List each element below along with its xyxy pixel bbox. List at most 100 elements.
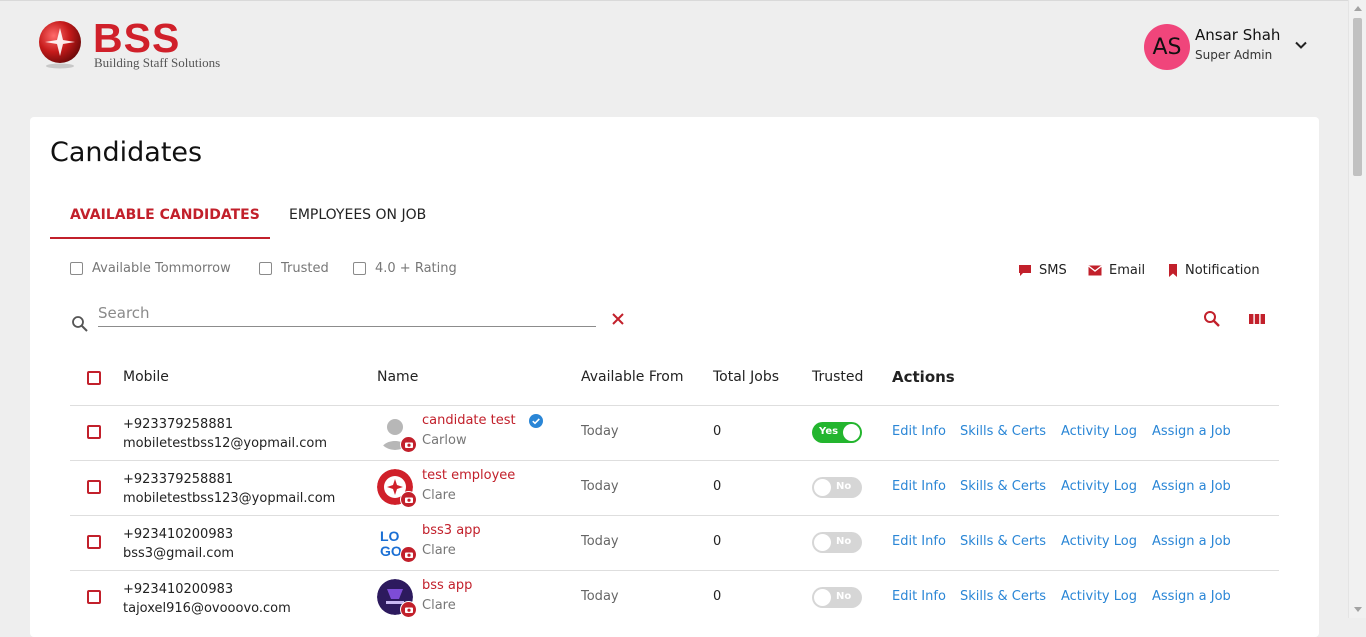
total-jobs-cell: 0 [713, 534, 722, 549]
sms-button[interactable]: SMS [1018, 263, 1067, 278]
skills-certs-link[interactable]: Skills & Certs [960, 479, 1046, 494]
phone-number: +923379258881 [123, 417, 234, 432]
row-checkbox[interactable] [87, 480, 101, 494]
phone-number: +923410200983 [123, 582, 234, 597]
search-submit-icon[interactable] [1203, 310, 1221, 328]
trusted-toggle[interactable]: No [812, 532, 862, 553]
svg-text:GO: GO [380, 543, 402, 559]
email-label: Email [1109, 263, 1146, 278]
scroll-thumb[interactable] [1353, 18, 1362, 176]
candidates-card: Candidates AVAILABLE CANDIDATES EMPLOYEE… [30, 117, 1319, 637]
table-row: +923379258881 mobiletestbss123@yopmail.c… [30, 460, 1319, 515]
filter-label: Trusted [281, 261, 329, 276]
email-address: tajoxel916@ovooovo.com [123, 601, 291, 616]
search-input[interactable] [98, 300, 596, 327]
filter-rating[interactable]: 4.0 + Rating [353, 261, 457, 276]
row-checkbox[interactable] [87, 425, 101, 439]
available-from-cell: Today [581, 479, 619, 494]
assign-job-link[interactable]: Assign a Job [1152, 534, 1231, 549]
column-header-mobile[interactable]: Mobile [123, 369, 169, 385]
filter-trusted[interactable]: Trusted [259, 261, 329, 276]
clear-search-icon[interactable] [610, 311, 626, 327]
row-checkbox[interactable] [87, 535, 101, 549]
toggle-knob [814, 534, 831, 551]
available-from-cell: Today [581, 534, 619, 549]
phone-number: +923410200983 [123, 527, 234, 542]
candidate-city: Clare [422, 488, 456, 503]
trusted-toggle[interactable]: No [812, 477, 862, 498]
skills-certs-link[interactable]: Skills & Certs [960, 424, 1046, 439]
table-row: +923410200983 tajoxel916@ovooovo.com bss… [30, 570, 1319, 625]
scroll-up-arrow-icon[interactable] [1354, 6, 1362, 11]
edit-info-link[interactable]: Edit Info [892, 589, 946, 604]
active-tab-indicator [50, 237, 270, 239]
table-row: +923379258881 mobiletestbss12@yopmail.co… [30, 405, 1319, 460]
column-header-trusted[interactable]: Trusted [812, 369, 863, 385]
mobile-cell: +923379258881 mobiletestbss123@yopmail.c… [123, 470, 335, 508]
assign-job-link[interactable]: Assign a Job [1152, 424, 1231, 439]
email-button[interactable]: Email [1088, 263, 1145, 278]
brand-logo[interactable]: BSS Building Staff Solutions [38, 15, 238, 74]
camera-icon[interactable] [400, 601, 417, 618]
assign-job-link[interactable]: Assign a Job [1152, 479, 1231, 494]
total-jobs-cell: 0 [713, 589, 722, 604]
candidate-name[interactable]: test employee [422, 468, 515, 483]
email-address: bss3@gmail.com [123, 546, 235, 561]
column-header-available-from[interactable]: Available From [581, 369, 684, 385]
filter-checkbox[interactable] [259, 262, 272, 275]
assign-job-link[interactable]: Assign a Job [1152, 589, 1231, 604]
candidate-city: Clare [422, 543, 456, 558]
svg-text:LO: LO [380, 528, 400, 544]
email-address: mobiletestbss12@yopmail.com [123, 436, 328, 451]
page-scrollbar[interactable] [1348, 0, 1366, 618]
skills-certs-link[interactable]: Skills & Certs [960, 589, 1046, 604]
column-header-total-jobs[interactable]: Total Jobs [713, 369, 779, 385]
trusted-toggle[interactable]: No [812, 587, 862, 608]
user-role: Super Admin [1195, 48, 1273, 62]
page-title: Candidates [50, 137, 203, 168]
candidate-name[interactable]: bss app [422, 578, 472, 593]
toggle-knob [814, 479, 831, 496]
activity-log-link[interactable]: Activity Log [1061, 589, 1137, 604]
toggle-label: No [836, 591, 852, 602]
camera-icon[interactable] [400, 436, 417, 453]
scroll-down-arrow-icon[interactable] [1354, 607, 1362, 612]
tab-available-candidates[interactable]: AVAILABLE CANDIDATES [70, 207, 260, 223]
candidate-name[interactable]: bss3 app [422, 523, 481, 538]
tab-employees-on-job[interactable]: EMPLOYEES ON JOB [289, 207, 426, 223]
notification-button[interactable]: Notification [1168, 263, 1260, 278]
notification-label: Notification [1185, 263, 1260, 278]
select-all-checkbox[interactable] [87, 371, 101, 385]
filter-checkbox[interactable] [70, 262, 83, 275]
phone-number: +923379258881 [123, 472, 234, 487]
total-jobs-cell: 0 [713, 479, 722, 494]
mobile-cell: +923410200983 tajoxel916@ovooovo.com [123, 580, 291, 618]
available-from-cell: Today [581, 424, 619, 439]
camera-icon[interactable] [400, 491, 417, 508]
trusted-toggle[interactable]: Yes [812, 422, 862, 443]
logo-wordmark: BSS [93, 15, 181, 61]
filter-available-tomorrow[interactable]: Available Tommorrow [70, 261, 231, 276]
sms-label: SMS [1039, 263, 1067, 278]
skills-certs-link[interactable]: Skills & Certs [960, 534, 1046, 549]
filter-checkbox[interactable] [353, 262, 366, 275]
chat-bubble-icon [1019, 265, 1031, 276]
edit-info-link[interactable]: Edit Info [892, 534, 946, 549]
toggle-knob [814, 589, 831, 606]
edit-info-link[interactable]: Edit Info [892, 424, 946, 439]
candidate-name[interactable]: candidate test [422, 413, 516, 428]
camera-icon[interactable] [400, 546, 417, 563]
edit-info-link[interactable]: Edit Info [892, 479, 946, 494]
column-header-name[interactable]: Name [377, 369, 418, 385]
candidate-city: Carlow [422, 433, 467, 448]
activity-log-link[interactable]: Activity Log [1061, 424, 1137, 439]
activity-log-link[interactable]: Activity Log [1061, 534, 1137, 549]
envelope-icon [1088, 265, 1102, 276]
activity-log-link[interactable]: Activity Log [1061, 479, 1137, 494]
bookmark-icon [1169, 264, 1177, 277]
row-checkbox[interactable] [87, 590, 101, 604]
avatar[interactable]: AS [1144, 24, 1190, 70]
column-header-actions: Actions [892, 368, 955, 386]
columns-icon[interactable] [1248, 310, 1266, 328]
chevron-down-icon[interactable] [1294, 38, 1308, 52]
